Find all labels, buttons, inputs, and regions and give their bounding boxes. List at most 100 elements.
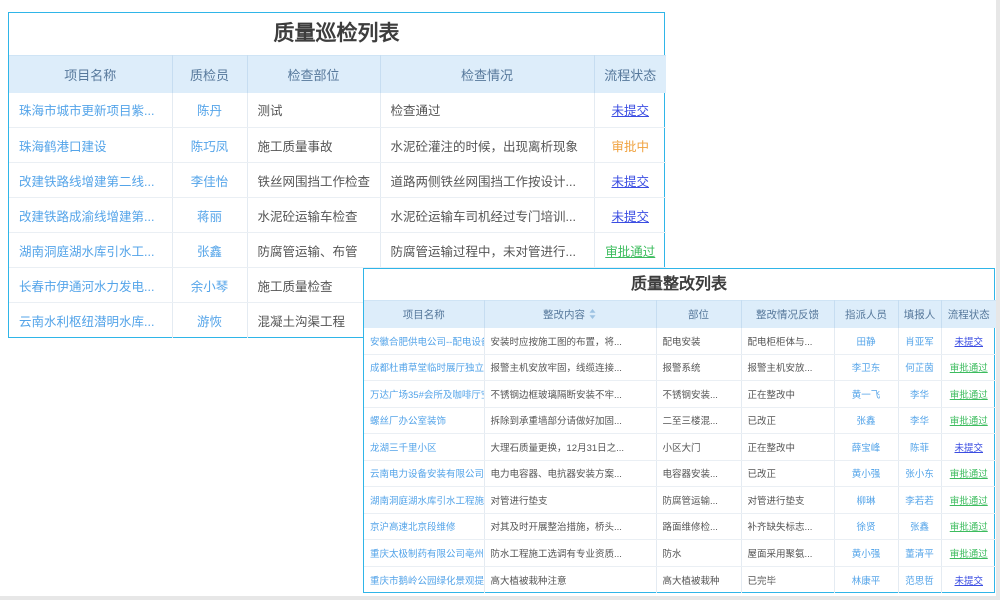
status-link[interactable]: 审批通过	[941, 513, 996, 540]
person-link[interactable]: 黄小强	[834, 460, 898, 487]
project-name-link[interactable]: 成都杜甫草堂临时展厅独立展...	[364, 354, 484, 381]
person-link[interactable]: 李佳怡	[172, 163, 247, 198]
cell-text: 正在整改中	[741, 381, 834, 408]
quality-rectification-card: 质量整改列表 项目名称整改内容部位整改情况反馈指派人员填报人流程状态安徽合肥供电…	[363, 268, 995, 593]
table-row: 湖南洞庭湖水库引水工...张鑫防腐管运输、布管防腐管运输过程中，未对管进行...…	[9, 233, 666, 268]
person-link[interactable]: 徐贤	[834, 513, 898, 540]
project-name-link[interactable]: 珠海鹤港口建设	[9, 128, 172, 163]
cell-text: 高大植被栽种	[656, 566, 741, 593]
person-link[interactable]: 黄一飞	[834, 381, 898, 408]
cell-text: 电力电容器、电抗器安装方案...	[484, 460, 656, 487]
person-link[interactable]: 田静	[834, 328, 898, 355]
cell-text: 电容器安装...	[656, 460, 741, 487]
cell-text: 防腐管运输...	[656, 487, 741, 514]
person-link[interactable]: 黄小强	[834, 540, 898, 567]
person-link[interactable]: 李卫东	[834, 354, 898, 381]
project-name-link[interactable]: 万达广场35#会所及咖啡厅空...	[364, 381, 484, 408]
column-header-4: 检查情况	[380, 56, 594, 93]
cell-text: 防腐管运输过程中，未对管进行...	[380, 233, 594, 268]
status-link[interactable]: 审批通过	[594, 233, 666, 268]
status-link[interactable]: 审批通过	[941, 354, 996, 381]
cell-text: 已改正	[741, 460, 834, 487]
person-link[interactable]: 游恢	[172, 303, 247, 338]
project-name-link[interactable]: 云南水利枢纽潜明水库...	[9, 303, 172, 338]
status-link[interactable]: 未提交	[594, 198, 666, 233]
column-header-6: 填报人	[898, 301, 941, 328]
table-row: 珠海市城市更新项目紫...陈丹测试检查通过未提交	[9, 93, 666, 128]
cell-text: 施工质量事故	[247, 128, 380, 163]
column-header-3: 部位	[656, 301, 741, 328]
table-row: 改建铁路线增建第二线...李佳怡铁丝网围挡工作检查道路两侧铁丝网围挡工作按设计.…	[9, 163, 666, 198]
project-name-link[interactable]: 改建铁路线增建第二线...	[9, 163, 172, 198]
project-name-link[interactable]: 改建铁路成渝线增建第...	[9, 198, 172, 233]
project-name-link[interactable]: 长春市伊通河水力发电...	[9, 268, 172, 303]
project-name-link[interactable]: 安徽合肥供电公司--配电设备...	[364, 328, 484, 355]
column-header-label: 填报人	[904, 309, 936, 321]
cell-text: 水泥砼运输车司机经过专门培训...	[380, 198, 594, 233]
person-link[interactable]: 董清平	[898, 540, 941, 567]
status-link[interactable]: 未提交	[941, 434, 996, 461]
cell-text: 配电安装	[656, 328, 741, 355]
cell-text: 对管进行垫支	[741, 487, 834, 514]
project-name-link[interactable]: 龙湖三千里小区	[364, 434, 484, 461]
person-link[interactable]: 柳琳	[834, 487, 898, 514]
column-header-label: 流程状态	[948, 309, 990, 321]
status-link[interactable]: 审批通过	[941, 460, 996, 487]
status-link[interactable]: 未提交	[594, 163, 666, 198]
person-link[interactable]: 李若若	[898, 487, 941, 514]
person-link[interactable]: 张鑫	[898, 513, 941, 540]
project-name-link[interactable]: 云南电力设备安装有限公司20...	[364, 460, 484, 487]
project-name-link[interactable]: 重庆太极制药有限公司亳州中...	[364, 540, 484, 567]
project-name-link[interactable]: 螺丝厂办公室装饰	[364, 407, 484, 434]
person-link[interactable]: 陈丹	[172, 93, 247, 128]
column-header-2[interactable]: 整改内容	[484, 301, 656, 328]
person-link[interactable]: 陈菲	[898, 434, 941, 461]
status-link[interactable]: 审批通过	[941, 540, 996, 567]
project-name-link[interactable]: 重庆市鹅岭公园绿化景观提升...	[364, 566, 484, 593]
column-header-label: 整改情况反馈	[756, 309, 819, 321]
person-link[interactable]: 陈巧凤	[172, 128, 247, 163]
status-link[interactable]: 审批通过	[941, 381, 996, 408]
person-link[interactable]: 薛宝峰	[834, 434, 898, 461]
sort-icon	[588, 309, 597, 319]
person-link[interactable]: 李华	[898, 381, 941, 408]
project-name-link[interactable]: 湖南洞庭湖水库引水工...	[9, 233, 172, 268]
status-link[interactable]: 未提交	[941, 328, 996, 355]
cell-text: 水泥砼运输车检查	[247, 198, 380, 233]
person-link[interactable]: 张小东	[898, 460, 941, 487]
inspection-table-title: 质量巡检列表	[9, 13, 664, 55]
person-link[interactable]: 何芷茵	[898, 354, 941, 381]
person-link[interactable]: 林康平	[834, 566, 898, 593]
column-header-label: 检查情况	[461, 68, 513, 83]
status-link[interactable]: 未提交	[941, 566, 996, 593]
column-header-7: 流程状态	[941, 301, 996, 328]
person-link[interactable]: 范思哲	[898, 566, 941, 593]
column-header-1: 项目名称	[9, 56, 172, 93]
status-link[interactable]: 审批通过	[941, 407, 996, 434]
cell-text: 正在整改中	[741, 434, 834, 461]
quality-rectification-table: 项目名称整改内容部位整改情况反馈指派人员填报人流程状态安徽合肥供电公司--配电设…	[364, 300, 996, 593]
cell-text: 已改正	[741, 407, 834, 434]
person-link[interactable]: 张鑫	[172, 233, 247, 268]
cell-text: 大理石质量更换，12月31日之...	[484, 434, 656, 461]
cell-text: 报警系统	[656, 354, 741, 381]
person-link[interactable]: 蒋丽	[172, 198, 247, 233]
column-header-4: 整改情况反馈	[741, 301, 834, 328]
status-link[interactable]: 审批中	[594, 128, 666, 163]
cell-text: 防腐管运输、布管	[247, 233, 380, 268]
column-header-5: 指派人员	[834, 301, 898, 328]
cell-text: 对管进行垫支	[484, 487, 656, 514]
table-row: 珠海鹤港口建设陈巧凤施工质量事故水泥砼灌注的时候，出现离析现象审批中	[9, 128, 666, 163]
column-header-label: 部位	[688, 309, 709, 321]
page-edge-shadow-bottom	[0, 596, 1000, 600]
project-name-link[interactable]: 湖南洞庭湖水库引水工程施工标	[364, 487, 484, 514]
person-link[interactable]: 余小琴	[172, 268, 247, 303]
project-name-link[interactable]: 京沪高速北京段维修	[364, 513, 484, 540]
person-link[interactable]: 张鑫	[834, 407, 898, 434]
person-link[interactable]: 李华	[898, 407, 941, 434]
status-link[interactable]: 审批通过	[941, 487, 996, 514]
status-link[interactable]: 未提交	[594, 93, 666, 128]
person-link[interactable]: 肖亚军	[898, 328, 941, 355]
project-name-link[interactable]: 珠海市城市更新项目紫...	[9, 93, 172, 128]
table-row: 龙湖三千里小区大理石质量更换，12月31日之...小区大门正在整改中薛宝峰陈菲未…	[364, 434, 996, 461]
